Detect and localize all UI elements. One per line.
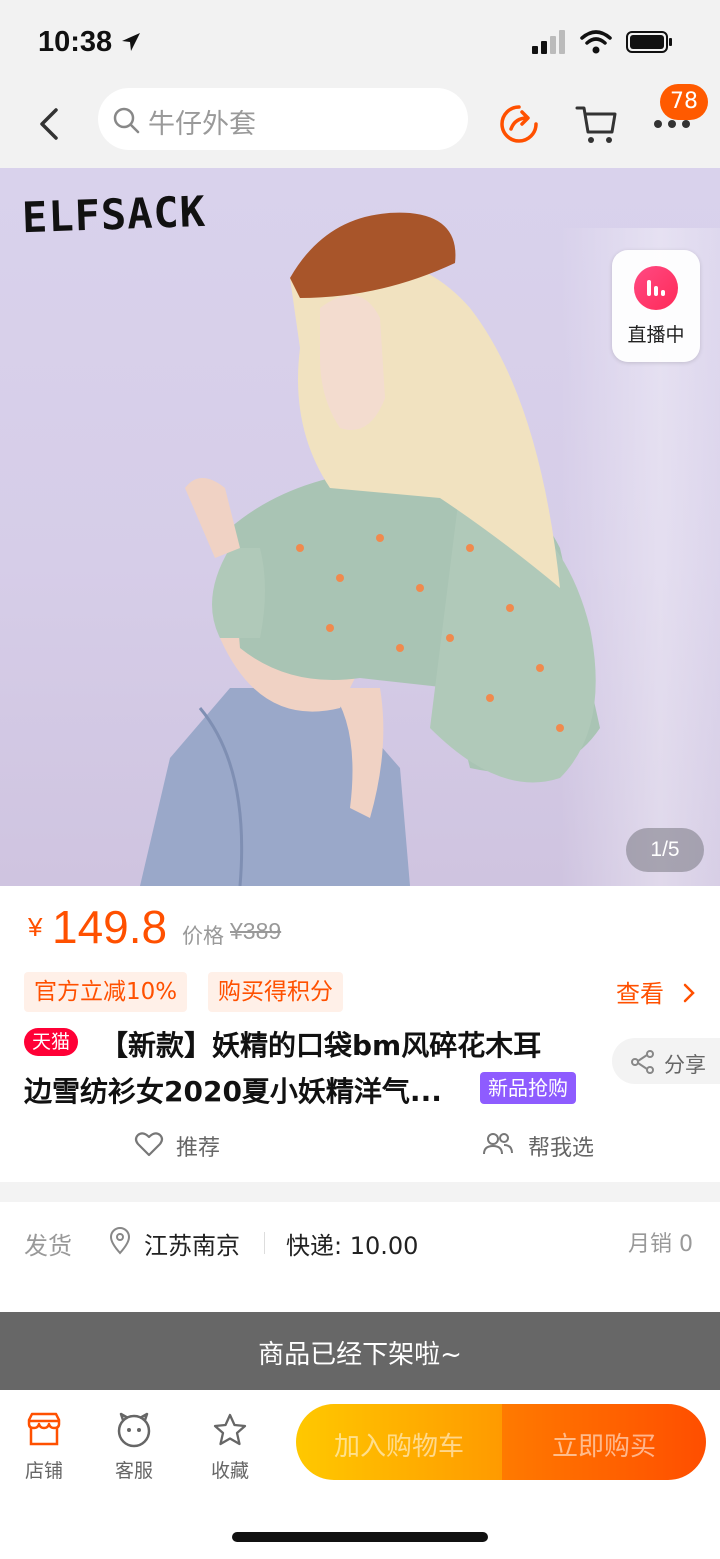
share-circle-button[interactable] [497,102,541,146]
price: 149.8 [52,901,168,953]
divider [264,1232,265,1254]
home-indicator [232,1532,488,1542]
search-input[interactable]: 牛仔外套 [98,88,468,150]
delivery-row[interactable]: 发货 江苏南京 快递: 10.00 月销 0 [0,1202,720,1312]
shipping-fee: 快递: 10.00 [286,1232,419,1260]
search-placeholder: 牛仔外套 [148,109,256,140]
promo-tag-discount[interactable]: 官方立减10% [24,972,188,1012]
recommend-label: 推荐 [176,1136,221,1161]
add-to-cart-label: 加入购物车 [333,1432,464,1462]
buy-now-button[interactable]: 立即购买 [502,1404,706,1480]
bottom-action-bar: 店铺 客服 收藏 加入购物车 立即购买 [0,1390,720,1559]
signal-icon [532,30,565,54]
original-price-label: 价格 [182,924,224,948]
live-icon [634,266,678,310]
shop-button[interactable]: 店铺 [9,1408,79,1488]
live-stream-button[interactable]: 直播中 [612,250,700,362]
image-page-indicator: 1/5 [626,828,704,872]
tmall-badge: 天猫 [24,1028,79,1056]
share-label: 分享 [664,1053,706,1077]
section-divider [0,1182,720,1202]
shop-icon [27,1412,61,1446]
back-button[interactable] [30,102,70,146]
customer-service-icon [117,1412,151,1448]
delivery-label: 发货 [24,1232,72,1260]
customer-service-label: 客服 [114,1460,153,1482]
view-promotions-label: 查看 [616,980,664,1008]
shop-label: 店铺 [24,1460,63,1482]
cart-icon [575,106,617,143]
view-promotions-link[interactable]: 查看 [616,974,698,1009]
nav-header: 牛仔外套 78 [0,84,720,168]
promo-tag-points[interactable]: 购买得积分 [208,972,343,1012]
share-button[interactable]: 分享 [612,1038,720,1084]
search-icon [113,107,140,134]
location-pin-icon [109,1227,131,1255]
people-icon [483,1133,513,1155]
help-me-pick-label: 帮我选 [528,1136,595,1161]
product-info: ¥ 149.8 价格 ¥389 官方立减10% 购买得积分 查看 天猫 【新款】… [0,886,720,1182]
chevron-left-icon [40,108,58,140]
heart-icon [134,1132,164,1157]
customer-service-button[interactable]: 客服 [99,1408,169,1488]
cart-button[interactable] [575,102,619,146]
share-icon [631,1050,654,1074]
original-price: ¥389 [230,918,282,944]
star-icon [213,1413,247,1446]
buy-now-label: 立即购买 [551,1432,656,1462]
monthly-sales: 月销 0 [628,1232,693,1257]
status-time: 10:38 [38,26,142,59]
battery-icon [626,31,672,53]
product-image-carousel[interactable]: ELFSACK 直播中 1/5 [0,168,720,886]
new-arrival-tag: 新品抢购 [480,1072,576,1104]
wifi-icon [580,30,612,54]
share-arrow-circle-icon [500,105,538,143]
price-symbol: ¥ [28,912,43,942]
notification-badge: 78 [660,84,708,120]
favorite-label: 收藏 [210,1460,249,1482]
product-title-line2: 边雪纺衫女2020夏小妖精洋气... [24,1075,442,1108]
toast-text: 商品已经下架啦~ [258,1340,462,1370]
product-title-line1: 【新款】妖精的口袋bm风碎花木耳 [100,1029,542,1062]
brand-logo: ELFSACK [21,186,207,243]
live-label: 直播中 [627,324,685,346]
toast-message: 商品已经下架啦~ [0,1312,720,1390]
add-to-cart-button[interactable]: 加入购物车 [296,1404,502,1480]
favorite-button[interactable]: 收藏 [195,1408,265,1488]
chevron-right-icon [683,983,695,1003]
location-arrow-icon [122,33,141,51]
status-bar: 10:38 [0,0,720,88]
ship-from-location: 江苏南京 [144,1232,240,1260]
